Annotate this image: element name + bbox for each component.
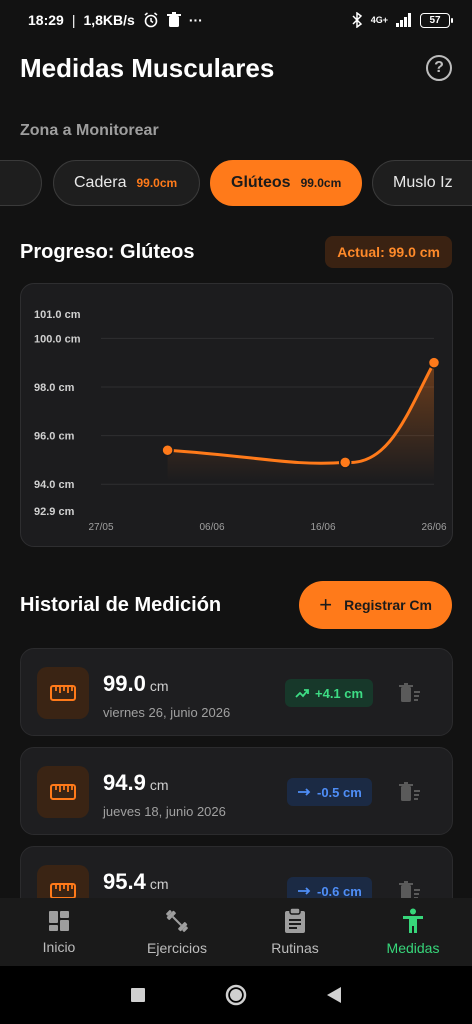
chip-value: 99.0cm: [300, 176, 342, 190]
delta-badge: -0.6 cm: [287, 877, 372, 898]
y-tick-label: 100.0 cm: [34, 333, 81, 345]
list-item[interactable]: 94.9 cm jueves 18, junio 2026 -0.5 cm: [20, 747, 453, 835]
arrow-right-icon: [298, 788, 311, 796]
zone-label: Zona a Monitorear: [20, 122, 159, 139]
value-unit: cm: [149, 876, 169, 892]
header: Medidas Musculares ?: [20, 48, 452, 88]
plus-icon: +: [319, 592, 333, 617]
signal-icon: [396, 13, 411, 27]
history-head: Historial de Medición + Registrar Cm: [20, 580, 452, 630]
nav-label: Medidas: [386, 940, 440, 956]
y-tick-label: 96.0 cm: [34, 431, 75, 443]
y-tick-label: 98.0 cm: [34, 382, 75, 394]
nav-label: Inicio: [42, 939, 76, 955]
arrow-right-icon: [298, 887, 311, 895]
ruler-icon: [37, 667, 89, 719]
status-time: 18:29: [28, 12, 64, 28]
measurement-date: jueves 18, junio 2026: [103, 804, 226, 819]
back-icon[interactable]: [326, 986, 342, 1004]
current-value-badge: Actual: 99.0 cm: [325, 236, 452, 268]
nav-medidas[interactable]: Medidas: [354, 908, 472, 956]
list-item[interactable]: 95.4 cm -0.6 cm: [20, 846, 453, 898]
progress-head: Progreso: Glúteos Actual: 99.0 cm: [20, 236, 452, 268]
recents-icon[interactable]: [130, 987, 146, 1003]
register-label: Registrar Cm: [344, 597, 432, 613]
chart-svg: 101.0 cm 100.0 cm 98.0 cm 96.0 cm 94.0 cm 92.…: [34, 309, 447, 533]
nav-label: Rutinas: [271, 940, 319, 956]
y-tick-label: 101.0 cm: [34, 309, 81, 321]
value-unit: cm: [149, 678, 169, 694]
bottom-nav: Inicio Ejercicios Rutinas Medidas: [0, 898, 472, 966]
measurement-date: viernes 26, junio 2026: [103, 705, 231, 720]
y-tick-label: 94.0 cm: [34, 479, 75, 491]
history-title: Historial de Medición: [20, 593, 222, 616]
zone-chips[interactable]: Cadera 99.0cm Glúteos 99.0cm Muslo Iz: [0, 160, 472, 206]
progress-chart: 101.0 cm 100.0 cm 98.0 cm 96.0 cm 94.0 cm 92.…: [20, 283, 453, 547]
nav-rutinas[interactable]: Rutinas: [236, 908, 354, 956]
chip-muslo[interactable]: Muslo Iz: [372, 160, 472, 206]
history-list[interactable]: 99.0 cm viernes 26, junio 2026 +4.1 cm 9…: [20, 648, 453, 898]
person-icon: [403, 908, 423, 933]
delta-value: +4.1 cm: [315, 685, 364, 701]
list-item[interactable]: 99.0 cm viernes 26, junio 2026 +4.1 cm: [20, 648, 453, 736]
status-separator: |: [71, 12, 76, 28]
dashboard-icon: [49, 911, 69, 931]
data-point: [161, 443, 174, 457]
x-tick-label: 27/05: [88, 522, 113, 533]
battery-level: 57: [429, 14, 441, 26]
nav-label: Ejercicios: [147, 940, 207, 956]
clipboard-icon: [285, 908, 305, 933]
chip-gluteos[interactable]: Glúteos 99.0cm: [210, 160, 362, 206]
delta-badge: +4.1 cm: [285, 679, 374, 707]
trending-up-icon: [295, 689, 309, 698]
nav-ejercicios[interactable]: Ejercicios: [118, 908, 236, 956]
status-more: ···: [188, 12, 203, 28]
chip-name: Glúteos: [231, 174, 291, 191]
value-number: 95.4: [103, 869, 146, 894]
delete-icon[interactable]: [399, 782, 421, 807]
chip-name: Muslo Iz: [393, 174, 453, 191]
help-icon[interactable]: ?: [426, 55, 452, 81]
delete-icon[interactable]: [399, 683, 421, 708]
network-type: 4G+: [370, 15, 388, 25]
x-tick-label: 06/06: [199, 522, 224, 533]
nav-inicio[interactable]: Inicio: [0, 909, 118, 955]
data-point: [427, 356, 441, 369]
status-right: 4G+ 57: [351, 12, 453, 28]
delta-value: -0.5 cm: [317, 784, 362, 800]
value-unit: cm: [149, 777, 169, 793]
measurement-value: 95.4 cm: [103, 869, 169, 895]
status-net-speed: 1,8KB/s: [83, 12, 135, 28]
alarm-icon: [144, 12, 158, 28]
system-nav-bar: [0, 966, 472, 1024]
dumbbell-icon: [166, 910, 188, 932]
page-title: Medidas Musculares: [20, 52, 275, 83]
value-number: 99.0: [103, 671, 146, 696]
value-number: 94.9: [103, 770, 146, 795]
chip-cadera[interactable]: Cadera 99.0cm: [53, 160, 200, 206]
x-tick-label: 26/06: [421, 522, 446, 533]
measurement-value: 94.9 cm: [103, 770, 169, 796]
battery-icon: 57: [420, 12, 453, 28]
progress-title: Progreso: Glúteos: [20, 240, 195, 263]
ruler-icon: [37, 766, 89, 818]
status-bar: 18:29 | 1,8KB/s ··· 4G+ 57: [0, 0, 472, 40]
chip-partial[interactable]: [0, 160, 42, 206]
x-tick-label: 16/06: [310, 522, 335, 533]
trash-status-icon: [166, 12, 181, 27]
delta-value: -0.6 cm: [317, 883, 362, 899]
chip-value: 99.0cm: [136, 176, 178, 190]
ruler-icon: [37, 865, 89, 898]
y-tick-label: 92.9 cm: [34, 506, 75, 518]
home-icon[interactable]: [224, 983, 248, 1007]
delete-icon[interactable]: [399, 881, 421, 898]
register-cm-button[interactable]: + Registrar Cm: [299, 581, 452, 629]
delta-badge: -0.5 cm: [287, 778, 372, 806]
status-left: 18:29 | 1,8KB/s ···: [28, 12, 203, 28]
measurement-value: 99.0 cm: [103, 671, 169, 697]
chip-name: Cadera: [74, 174, 127, 191]
data-point: [338, 456, 352, 469]
bluetooth-icon: [352, 12, 362, 28]
